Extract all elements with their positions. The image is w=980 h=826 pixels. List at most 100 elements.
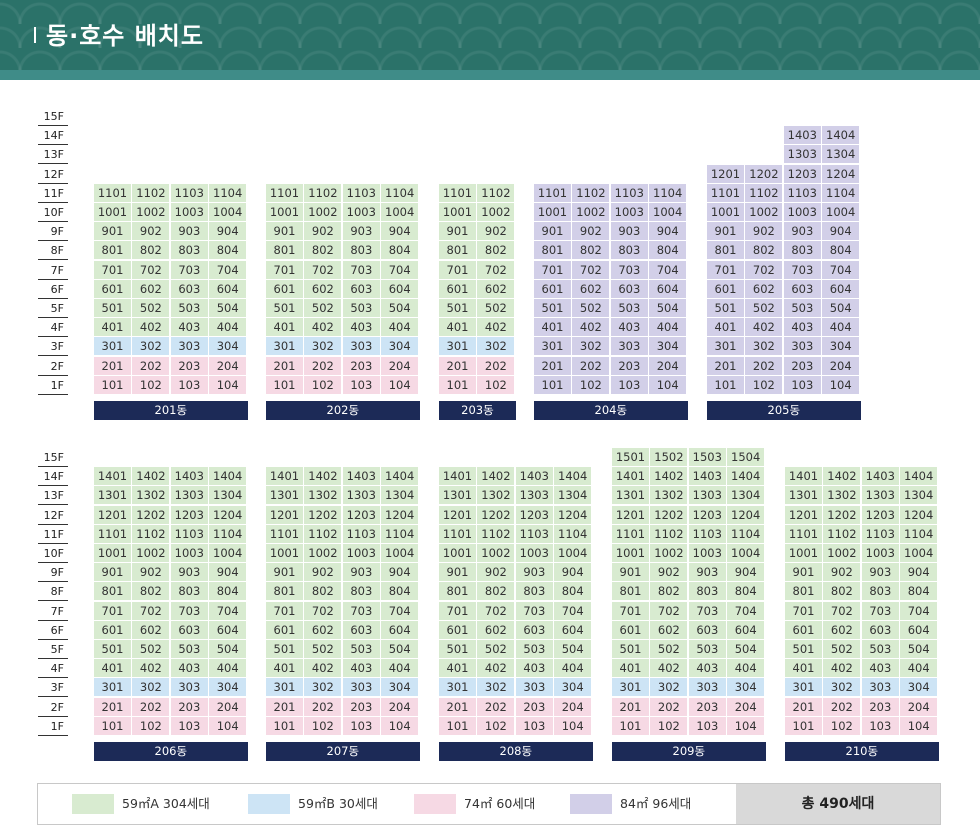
unit-cell: 203 — [342, 356, 381, 376]
unit-cell: 303 — [170, 337, 209, 357]
unit-cell: 1004 — [209, 544, 248, 563]
unit-cell: 304 — [381, 678, 420, 698]
unit-cell: 302 — [304, 678, 343, 698]
unit-cell: 403 — [170, 318, 209, 338]
unit-cell: 502 — [132, 640, 171, 659]
unit-cell: 1002 — [132, 544, 171, 563]
building-label: 209동 — [612, 742, 766, 761]
unit-cell: 502 — [823, 640, 862, 659]
unit-cell: 304 — [209, 678, 248, 698]
unit-cell: 102 — [477, 716, 516, 736]
unit-cell: 502 — [132, 299, 171, 318]
unit-cell: 1402 — [650, 467, 689, 487]
unit-cell: 302 — [745, 337, 784, 357]
unit-cell: 202 — [132, 697, 171, 717]
unit-cell: 102 — [650, 716, 689, 736]
unit-cell: 303 — [783, 337, 822, 357]
unit-cell: 401 — [785, 659, 823, 679]
unit-cell: 1303 — [783, 145, 822, 165]
unit-cell: 203 — [342, 697, 381, 717]
unit-cell: 401 — [94, 659, 132, 679]
unit-cell: 104 — [209, 716, 248, 736]
unit-cell: 703 — [342, 260, 381, 280]
unit-cell: 104 — [209, 375, 248, 395]
unit-cell: 1202 — [745, 164, 784, 184]
unit-cell: 1401 — [612, 467, 650, 487]
unit-cell: 103 — [861, 716, 900, 736]
unit-cell: 303 — [342, 678, 381, 698]
unit-cell: 1402 — [823, 467, 862, 487]
unit-cell: 102 — [745, 375, 784, 395]
unit-cell: 203 — [170, 697, 209, 717]
unit-cell: 1402 — [477, 467, 516, 487]
unit-cell: 204 — [209, 697, 248, 717]
unit-cell: 702 — [132, 260, 171, 280]
unit-cell: 502 — [477, 299, 516, 318]
unit-cell: 804 — [727, 582, 766, 602]
unit-cell: 402 — [477, 659, 516, 679]
unit-cell: 1103 — [783, 183, 822, 203]
unit-cell: 501 — [785, 640, 823, 659]
unit-cell: 1003 — [170, 203, 209, 222]
unit-cell: 803 — [342, 241, 381, 261]
unit-cell: 403 — [610, 318, 649, 338]
unit-cell: 1204 — [381, 505, 420, 525]
unit-cell: 702 — [823, 601, 862, 621]
unit-cell: 204 — [822, 356, 861, 376]
unit-cell: 902 — [650, 563, 689, 583]
unit-cell: 504 — [381, 640, 420, 659]
unit-cell: 1203 — [342, 505, 381, 525]
floor-label: 14F — [38, 467, 68, 487]
unit-cell: 202 — [650, 697, 689, 717]
unit-cell: 104 — [822, 375, 861, 395]
building-label: 203동 — [439, 401, 516, 420]
floor-label: 5F — [38, 299, 68, 318]
unit-cell: 401 — [439, 318, 477, 338]
unit-cell: 604 — [727, 620, 766, 640]
unit-cell: 902 — [572, 222, 611, 242]
unit-cell: 302 — [572, 337, 611, 357]
unit-cell: 201 — [534, 356, 572, 376]
unit-cell: 301 — [534, 337, 572, 357]
unit-cell: 203 — [861, 697, 900, 717]
unit-cell: 201 — [439, 697, 477, 717]
unit-cell: 403 — [783, 318, 822, 338]
unit-cell: 601 — [439, 279, 477, 299]
unit-cell: 404 — [554, 659, 593, 679]
legend-label-84: 84㎡ 96세대 — [620, 796, 692, 811]
unit-cell: 104 — [900, 716, 939, 736]
unit-cell: 204 — [381, 356, 420, 376]
unit-cell: 303 — [515, 678, 554, 698]
unit-cell: 1404 — [209, 467, 248, 487]
unit-cell: 202 — [572, 356, 611, 376]
unit-cell: 202 — [132, 356, 171, 376]
unit-cell: 603 — [783, 279, 822, 299]
unit-cell: 1001 — [94, 544, 132, 563]
unit-cell: 302 — [650, 678, 689, 698]
unit-cell: 403 — [170, 659, 209, 679]
unit-cell: 101 — [266, 716, 304, 736]
unit-cell: 704 — [209, 601, 248, 621]
unit-cell: 1003 — [861, 544, 900, 563]
unit-cell: 901 — [94, 563, 132, 583]
unit-cell: 604 — [381, 620, 420, 640]
unit-cell: 1101 — [534, 183, 572, 203]
unit-cell: 1004 — [727, 544, 766, 563]
unit-cell: 1203 — [515, 505, 554, 525]
unit-cell: 301 — [266, 337, 304, 357]
unit-cell: 803 — [610, 241, 649, 261]
unit-cell: 803 — [170, 241, 209, 261]
unit-cell: 1302 — [823, 486, 862, 506]
unit-cell: 603 — [610, 279, 649, 299]
unit-cell: 1104 — [822, 183, 861, 203]
unit-cell: 403 — [688, 659, 727, 679]
unit-cell: 204 — [209, 356, 248, 376]
unit-cell: 502 — [572, 299, 611, 318]
unit-cell: 1002 — [304, 203, 343, 222]
unit-cell: 1001 — [439, 203, 477, 222]
unit-cell: 702 — [572, 260, 611, 280]
unit-cell: 1002 — [477, 544, 516, 563]
unit-cell: 1303 — [861, 486, 900, 506]
unit-cell: 402 — [132, 318, 171, 338]
unit-cell: 503 — [861, 640, 900, 659]
